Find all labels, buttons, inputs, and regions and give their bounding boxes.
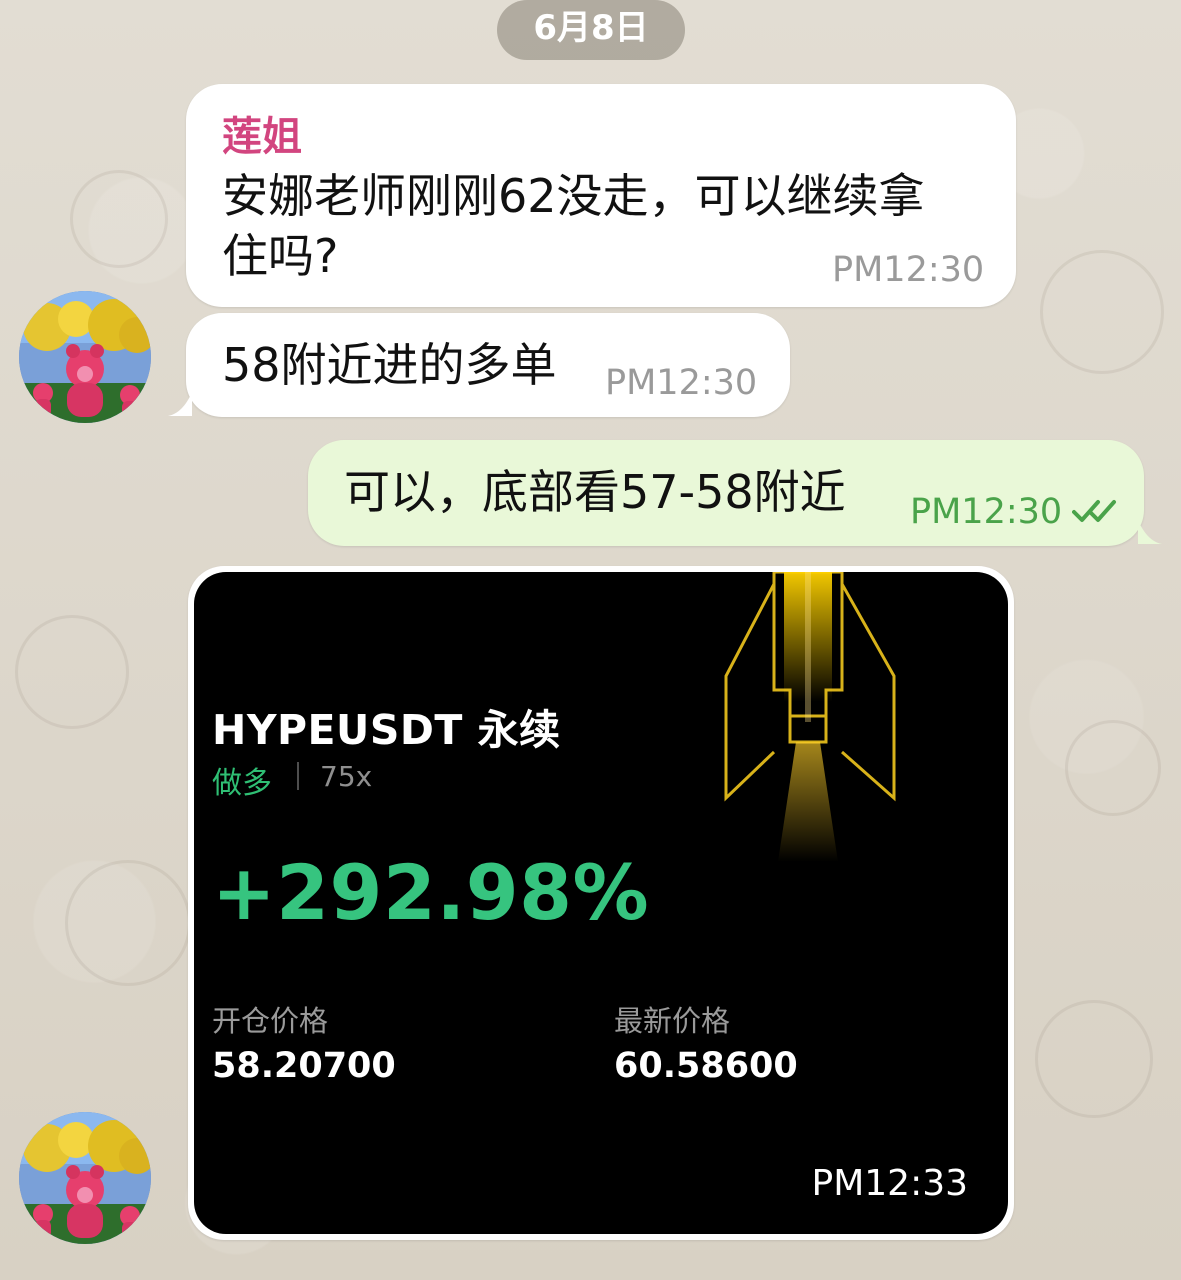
message-text: 可以，底部看57-58附近 [344, 465, 846, 519]
wallpaper-doodle [1040, 250, 1164, 374]
wallpaper-doodle [65, 860, 191, 986]
wallpaper-doodle [1035, 1000, 1153, 1118]
wallpaper-doodle [1065, 720, 1161, 816]
open-price-value: 58.20700 [212, 1046, 396, 1086]
wallpaper-doodle [70, 170, 168, 268]
avatar[interactable] [19, 1112, 151, 1244]
sender-name[interactable]: 莲姐 [222, 104, 302, 162]
trade-summary-card[interactable]: HYPEUSDT 永续 做多 75x +292.98% 开仓价格 58.2070… [194, 572, 1008, 1234]
trade-leverage: 75x [320, 760, 373, 793]
strawberry-bear-avatar-icon [19, 291, 151, 423]
message-text: 58附近进的多单 [222, 338, 557, 392]
outgoing-message-bubble[interactable]: 可以，底部看57-58附近 PM12:30 [308, 440, 1144, 546]
message-time: PM12:33 [811, 1163, 968, 1204]
incoming-bubble-tail [168, 392, 192, 416]
wallpaper-doodle [15, 615, 129, 729]
trade-side: 做多 [212, 766, 272, 801]
outgoing-bubble-tail [1138, 520, 1162, 544]
incoming-message-bubble[interactable]: 莲姐 安娜老师刚刚62没走，可以继续拿 住吗? PM12:30 [186, 84, 1016, 307]
message-time: PM12:30 [832, 250, 985, 290]
message-text-line1: 安娜老师刚刚62没走，可以继续拿 [222, 169, 925, 223]
latest-price-label: 最新价格 [614, 1004, 731, 1038]
message-text-line2: 住吗? [222, 229, 339, 283]
message-time: PM12:30 [605, 363, 758, 403]
message-time: PM12:30 [910, 492, 1063, 532]
rocket-icon [724, 572, 896, 862]
avatar[interactable] [19, 291, 151, 423]
latest-price-value: 60.58600 [614, 1046, 798, 1086]
strawberry-bear-avatar-icon [19, 1112, 151, 1244]
side-leverage-divider [297, 762, 299, 790]
image-message-bubble[interactable]: HYPEUSDT 永续 做多 75x +292.98% 开仓价格 58.2070… [188, 566, 1014, 1240]
incoming-message-bubble[interactable]: 58附近进的多单 PM12:30 [186, 313, 790, 417]
date-chip: 6月8日 [497, 0, 685, 60]
open-price-label: 开仓价格 [212, 1004, 329, 1038]
trade-pnl: +292.98% [212, 848, 650, 937]
trade-symbol: HYPEUSDT 永续 [212, 706, 561, 754]
double-check-icon [1072, 500, 1116, 522]
